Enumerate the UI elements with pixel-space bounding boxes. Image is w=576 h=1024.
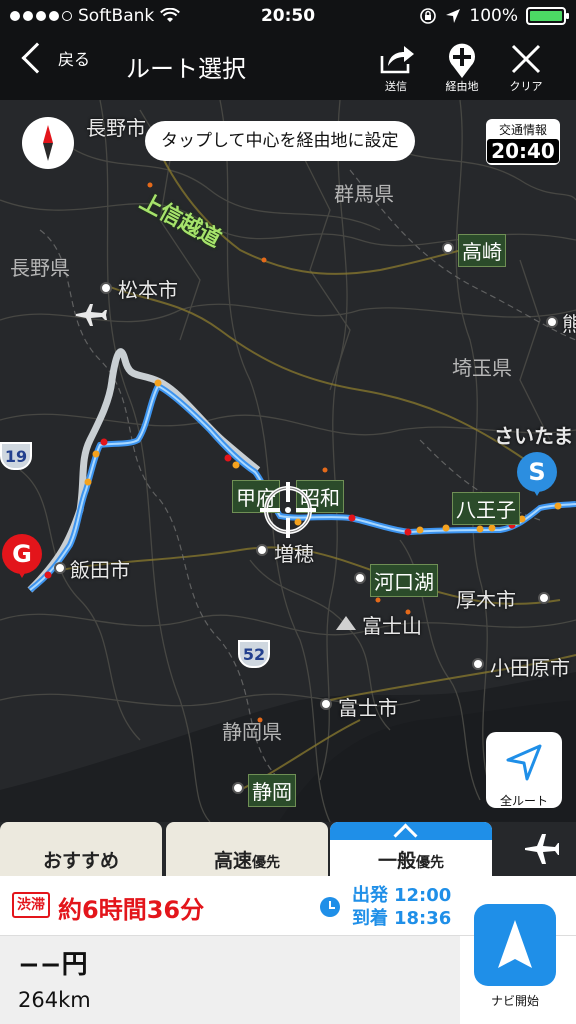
toll-fare: −−円	[18, 950, 88, 980]
mountain-icon	[336, 616, 356, 630]
waypoint-plus-pin-icon	[449, 43, 475, 78]
map-label-atsugi: 厚木市	[456, 588, 516, 612]
map-label-fuji-city: 富士市	[338, 696, 398, 720]
battery-percent: 100%	[469, 6, 518, 26]
map-label-odawara: 小田原市	[490, 656, 570, 680]
city-dot-shizuoka	[232, 782, 244, 794]
city-dot-iida	[54, 562, 66, 574]
send-label: 送信	[385, 80, 407, 93]
add-waypoint-button[interactable]: 経由地	[432, 40, 492, 98]
map-label-nagano-pref: 長野県	[10, 256, 70, 280]
map-label-shizuoka-pref: 静岡県	[222, 720, 282, 744]
location-arrow-icon	[446, 9, 461, 23]
map-label-saitama-pref: 埼玉県	[452, 356, 512, 380]
depart-time: 12:00	[394, 885, 452, 906]
travel-duration: 約6時間36分	[58, 896, 205, 924]
full-route-label: 全ルート	[499, 794, 548, 808]
tab-highway-priority[interactable]: 高速優先	[166, 822, 328, 876]
compass-needle-icon	[43, 125, 53, 161]
back-label: 戻る	[58, 50, 91, 69]
page-title: ルート選択	[126, 55, 246, 83]
waypoint-hint-tooltip[interactable]: タップして中心を経由地に設定	[145, 121, 415, 161]
tab-highway-main: 高速	[213, 850, 252, 872]
map-label-matsumoto: 松本市	[118, 278, 178, 302]
navigation-arrow-icon	[498, 920, 532, 968]
city-dot-kuma	[546, 316, 558, 328]
fare-distance-row: −−円 264km	[0, 936, 460, 1024]
navi-start-label: ナビ開始	[490, 994, 539, 1008]
map-label-saitama-city: さいたま	[494, 424, 574, 448]
chevron-up-icon	[330, 822, 492, 840]
traffic-jam-badge: 渋滞	[12, 892, 50, 918]
route-type-tabs: おすすめ 高速優先 一般優先	[0, 822, 576, 876]
send-button[interactable]: 送信	[366, 40, 426, 98]
map-label-hachioji: 八王子	[452, 492, 520, 525]
tab-recommended[interactable]: おすすめ	[0, 822, 162, 876]
navi-start-button[interactable]	[474, 904, 556, 986]
route-summary-panel: 渋滞 約6時間36分 出発 12:00 到着 18:36 −−円 264km ナビ開…	[0, 876, 576, 1024]
map-label-iida: 飯田市	[70, 558, 130, 582]
airplane-icon[interactable]	[525, 834, 559, 864]
compass-button[interactable]	[22, 117, 74, 169]
full-route-button[interactable]: 全ルート	[486, 732, 562, 808]
route-distance: 264km	[18, 988, 91, 1012]
airport-icon	[76, 304, 107, 326]
goal-pin[interactable]: G	[2, 534, 42, 578]
map-label-kawaguchiko: 河口湖	[370, 564, 438, 597]
route-19-shield: 19	[0, 442, 32, 470]
map-label-fujisan: 富士山	[362, 614, 422, 638]
tab-general-suffix: 優先	[416, 855, 444, 871]
city-dot-kawaguchiko	[354, 572, 366, 584]
map-label-nagano-city: 長野市	[86, 116, 146, 140]
tab-general-priority[interactable]: 一般優先	[330, 822, 492, 876]
city-dot-odawara	[472, 658, 484, 670]
route-52-shield: 52	[238, 640, 270, 668]
city-dot-takasaki	[442, 242, 454, 254]
share-icon	[380, 46, 414, 74]
clear-label: クリア	[509, 80, 543, 93]
traffic-info-time: 20:40	[487, 139, 559, 163]
back-button[interactable]: 戻る	[18, 42, 91, 74]
route-map[interactable]: 長野市 上信越道 群馬県 高崎 長野県 松本市 熊 埼玉県 19 さいたま 甲府…	[0, 100, 576, 822]
navigation-arrow-icon	[506, 744, 542, 781]
map-label-kuma: 熊	[562, 312, 576, 336]
rotation-lock-icon	[420, 8, 437, 24]
nav-bar: 戻る ルート選択 送信 経由地 クリア	[0, 34, 576, 100]
map-label-gunma-pref: 群馬県	[334, 182, 394, 206]
city-dot-atsugi	[538, 592, 550, 604]
city-dot-fuji	[320, 698, 332, 710]
tab-general-main: 一般	[377, 850, 416, 872]
start-pin[interactable]: S	[517, 452, 557, 496]
traffic-info-button[interactable]: 交通情報 20:40	[486, 119, 560, 165]
clear-button[interactable]: クリア	[496, 40, 556, 98]
chevron-left-icon	[21, 42, 53, 74]
crosshair-icon	[260, 482, 316, 538]
map-label-shizuoka: 静岡	[248, 774, 296, 807]
departure-arrival-times[interactable]: 出発 12:00 到着 18:36	[352, 884, 451, 930]
clock-icon[interactable]	[320, 897, 340, 917]
depart-label: 出発	[352, 885, 388, 906]
waypoint-label: 経由地	[445, 80, 479, 93]
status-bar: SoftBank 20:50 100%	[0, 0, 576, 34]
city-dot-matsumoto	[100, 282, 112, 294]
tab-highway-suffix: 優先	[252, 855, 280, 871]
map-label-masuho: 増穂	[274, 542, 314, 566]
tab-recommended-label: おすすめ	[42, 850, 119, 872]
map-label-takasaki: 高崎	[458, 234, 506, 267]
traffic-info-label: 交通情報	[498, 123, 547, 137]
arrive-label: 到着	[352, 908, 388, 929]
battery-icon	[526, 7, 569, 25]
map-roads	[0, 100, 576, 822]
city-dot-masuho	[256, 544, 268, 556]
close-icon	[511, 44, 541, 74]
arrive-time: 18:36	[394, 908, 452, 929]
